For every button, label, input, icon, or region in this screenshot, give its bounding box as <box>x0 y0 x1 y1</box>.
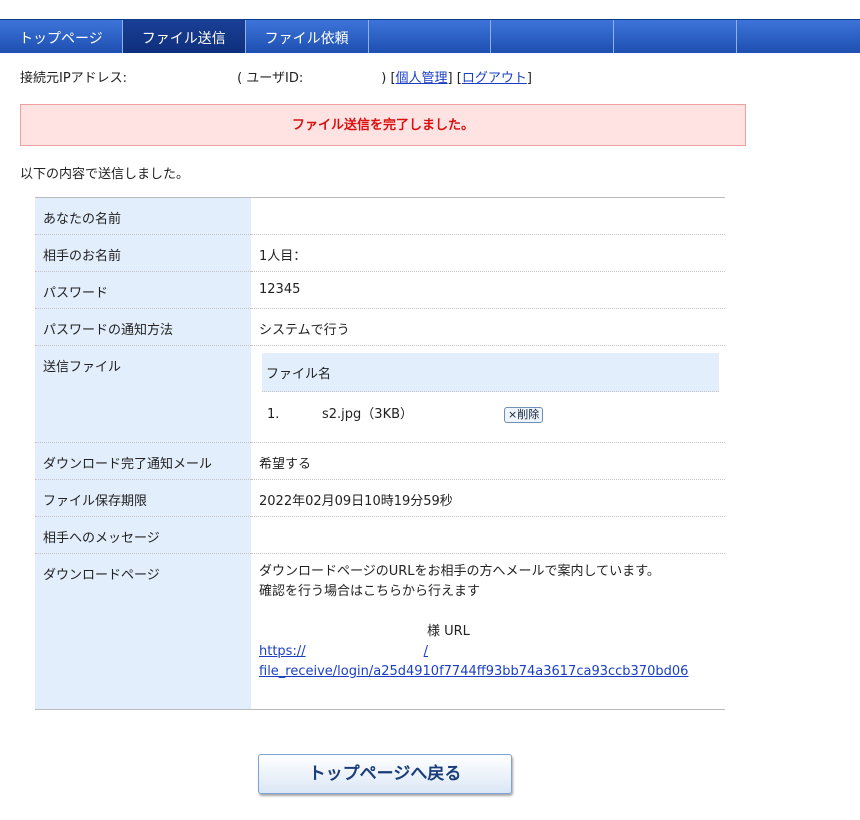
tab-blank-1[interactable] <box>369 20 492 53</box>
row-message: 相手へのメッセージ <box>35 516 725 554</box>
label-files: 送信ファイル <box>35 345 251 443</box>
value-expire: 2022年02月09日10時19分59秒 <box>251 479 725 517</box>
ip-label: 接続元IPアドレス: <box>20 71 128 86</box>
back-to-top-button[interactable]: トップページへ戻る <box>258 754 512 794</box>
delete-file-button[interactable]: ×削除 <box>504 407 544 423</box>
label-password: パスワード <box>35 271 251 309</box>
user-id-close: ) <box>381 71 387 86</box>
download-url-link[interactable]: https:// <box>259 644 306 659</box>
tab-blank-4[interactable] <box>737 20 860 53</box>
row-download-page: ダウンロードページ ダウンロードページのURLをお相手の方へメールで案内していま… <box>35 553 725 710</box>
download-info-line2: 確認を行う場合はこちらから行えます <box>259 584 481 599</box>
value-notify-method: システムで行う <box>251 308 725 346</box>
row-notify-method: パスワードの通知方法 システムで行う <box>35 308 725 346</box>
download-url-path-link[interactable]: file_receive/login/a25d4910f7744ff93bb74… <box>259 664 688 679</box>
row-password: パスワード 12345 <box>35 271 725 309</box>
recipient-url-label: 様 URL <box>427 624 470 639</box>
label-expire: ファイル保存期限 <box>35 479 251 517</box>
file-name: s2.jpg（3KB） <box>322 407 414 422</box>
tab-blank-2[interactable] <box>491 20 615 53</box>
row-expire: ファイル保存期限 2022年02月09日10時19分59秒 <box>35 479 725 517</box>
download-info-line1: ダウンロードページのURLをお相手の方へメールで案内しています。 <box>259 564 660 579</box>
label-download-page: ダウンロードページ <box>35 553 251 710</box>
row-sender-name: あなたの名前 <box>35 197 725 235</box>
row-recipient-name: 相手のお名前 1人目： <box>35 234 725 272</box>
label-notify-method: パスワードの通知方法 <box>35 308 251 346</box>
label-message: 相手へのメッセージ <box>35 516 251 554</box>
global-nav: トップページ ファイル送信 ファイル依頼 <box>0 19 860 53</box>
tab-top-page[interactable]: トップページ <box>0 20 123 53</box>
file-index: 1. <box>267 407 280 422</box>
label-recipient-name: 相手のお名前 <box>35 234 251 272</box>
success-alert: ファイル送信を完了しました。 <box>20 104 746 146</box>
tab-file-request[interactable]: ファイル依頼 <box>246 20 369 53</box>
tab-file-send[interactable]: ファイル送信 <box>122 20 246 53</box>
logout-link[interactable]: ログアウト <box>462 71 527 86</box>
row-complete-mail: ダウンロード完了通知メール 希望する <box>35 442 725 480</box>
label-complete-mail: ダウンロード完了通知メール <box>35 442 251 480</box>
connection-info: 接続元IPアドレス:( ユーザID:) [個人管理] [ログアウト] <box>20 71 532 86</box>
download-url-link-slash[interactable]: / <box>424 644 428 659</box>
value-recipient-name: 1人目： <box>251 234 725 272</box>
value-sender-name <box>251 197 725 235</box>
account-manage-link[interactable]: 個人管理 <box>396 71 448 86</box>
file-list-table: ファイル名 1. s2.jpg（3KB） ×削除 <box>262 353 719 434</box>
user-id-label: ( ユーザID: <box>237 71 304 86</box>
label-sender-name: あなたの名前 <box>35 197 251 235</box>
file-row: 1. s2.jpg（3KB） ×削除 <box>262 392 719 435</box>
tab-blank-3[interactable] <box>614 20 738 53</box>
value-password: 12345 <box>251 271 725 309</box>
lead-text: 以下の内容で送信しました。 <box>20 167 190 182</box>
file-name-header: ファイル名 <box>262 353 719 392</box>
value-complete-mail: 希望する <box>251 442 725 480</box>
row-files: 送信ファイル ファイル名 1. s2.jpg（3KB） ×削除 <box>35 345 725 443</box>
send-detail-table: あなたの名前 相手のお名前 1人目： パスワード 12345 パスワードの通知方… <box>35 197 725 710</box>
value-message <box>251 516 725 554</box>
